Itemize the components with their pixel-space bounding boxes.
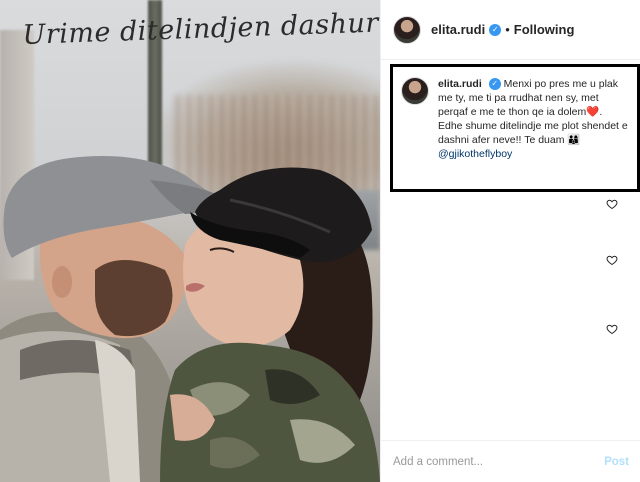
post-header: elita.rudi ✓ • Following [381, 0, 640, 60]
post-photo[interactable]: Urime ditelindjen dashuri! [0, 0, 380, 482]
header-separator: • [505, 22, 510, 37]
verified-badge-icon: ✓ [489, 23, 502, 36]
mention-link[interactable]: @gjikotheflyboy [438, 148, 512, 160]
avatar[interactable] [393, 15, 421, 44]
post-button[interactable]: Post [604, 456, 629, 468]
couple-illustration [0, 156, 380, 482]
heart-icon[interactable] [606, 254, 618, 266]
heart-icon[interactable] [606, 323, 618, 335]
heart-icon[interactable] [606, 198, 618, 210]
comment-input[interactable] [393, 455, 605, 468]
username-link[interactable]: elita.rudi [431, 22, 485, 37]
following-button[interactable]: Following [514, 22, 575, 37]
caption-username-link[interactable]: elita.rudi [438, 78, 482, 90]
add-comment-bar: Post [381, 440, 640, 482]
caption-highlight-box: elita.rudi ✓ Menxi po pres me u plak me … [390, 64, 640, 192]
post-side-panel: elita.rudi ✓ • Following elita.rudi ✓ Me… [380, 0, 640, 482]
caption: elita.rudi ✓ Menxi po pres me u plak me … [438, 77, 628, 181]
caption-avatar[interactable] [401, 77, 429, 105]
verified-badge-icon: ✓ [488, 78, 501, 90]
